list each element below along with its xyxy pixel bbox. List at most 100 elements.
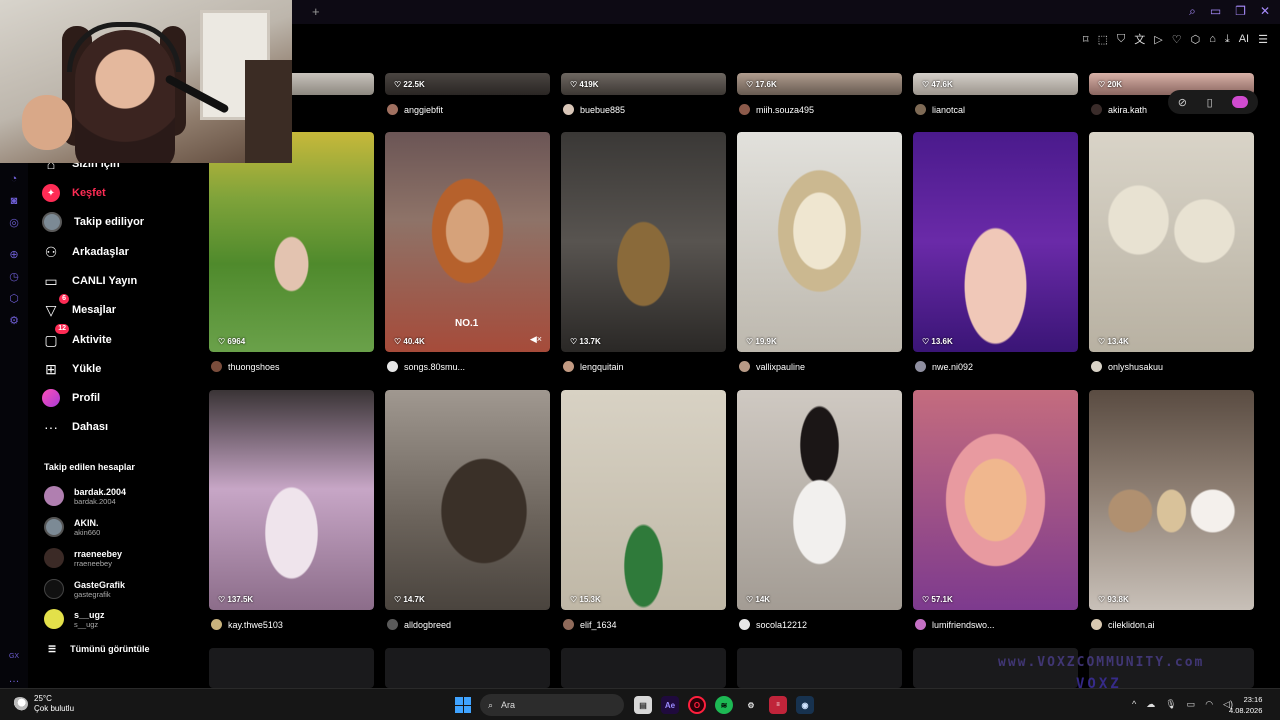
nav-explore[interactable]: ✦ Keşfet (42, 181, 106, 205)
video-card[interactable]: ♡ 137.5K (209, 390, 374, 610)
news-icon[interactable]: ≡ (769, 696, 787, 714)
files-icon[interactable]: ▤ (634, 696, 652, 714)
minimize-icon[interactable]: ▭ (1210, 4, 1221, 19)
video-card[interactable]: ♡ 13.6K (913, 132, 1078, 352)
whatsapp-icon[interactable]: ◔ (7, 172, 21, 186)
video-author[interactable]: songs.80smu... (387, 361, 465, 372)
taskbar-search[interactable]: ⌕ Ara (480, 694, 624, 716)
video-card[interactable]: ♡ 6964 (209, 132, 374, 352)
bag-icon[interactable]: ⌂ (1209, 33, 1216, 45)
snapshot-icon[interactable]: ⬚ (1098, 33, 1108, 46)
video-author[interactable]: lianotcal (915, 104, 965, 115)
weather-widget[interactable]: 25°C Çok bulutlu (12, 694, 74, 714)
history-icon[interactable]: ◷ (7, 270, 21, 284)
cloud-sync-icon[interactable]: ☁ (1146, 699, 1155, 710)
chevron-up-icon[interactable]: ^ (1132, 699, 1136, 710)
video-card[interactable]: ♡ 14K (737, 390, 902, 610)
nav-following[interactable]: Takip ediliyor (42, 210, 144, 234)
video-card[interactable]: ♡ 57.1K (913, 390, 1078, 610)
maximize-icon[interactable]: ❐ (1235, 4, 1246, 19)
gx-icon[interactable]: GX (7, 650, 21, 664)
nav-activity[interactable]: ▢ 12 Aktivite (42, 324, 112, 352)
video-card[interactable]: NO.1 ◀× ♡ 40.4K (385, 132, 550, 352)
extensions-icon[interactable]: ⬡ (1191, 33, 1201, 46)
followed-account[interactable]: GasteGrafik gastegrafik (44, 579, 125, 599)
show-all-button[interactable]: ☰ Tümünü görüntüle (48, 644, 150, 655)
video-author[interactable]: socola12212 (739, 619, 807, 630)
compass-small-icon[interactable]: ⊘ (1178, 96, 1187, 109)
video-card[interactable]: ♡ 47.6K (913, 73, 1078, 95)
nav-label: Yükle (72, 363, 102, 375)
video-author[interactable]: alldogbreed (387, 619, 451, 630)
video-author[interactable]: vallixpauline (739, 361, 805, 372)
add-icon[interactable]: ⊕ (7, 248, 21, 262)
video-author[interactable]: akira.kath (1091, 104, 1147, 115)
bookmark-icon[interactable]: ⌑ (1083, 33, 1089, 46)
menu-icon[interactable]: ☰ (1258, 33, 1268, 46)
compass-icon: ✦ (42, 184, 60, 202)
spotify-icon[interactable]: ≋ (715, 696, 733, 714)
video-card[interactable]: ♡ 419K (561, 73, 726, 95)
video-author[interactable]: elif_1634 (563, 619, 617, 630)
nav-live[interactable]: ▭ CANLI Yayın (42, 269, 137, 293)
video-author[interactable]: nwe.ni092 (915, 361, 973, 372)
video-card[interactable]: ♡ 15.3K (561, 390, 726, 610)
video-thumbnail (913, 390, 1078, 610)
steam-tools-icon[interactable]: ⚙ (742, 696, 760, 714)
nav-profile[interactable]: Profil (42, 386, 100, 410)
nav-friends[interactable]: ⚇ Arkadaşlar (42, 240, 129, 264)
mic-icon[interactable]: 🎙 (1165, 699, 1176, 710)
heart-icon[interactable]: ♡ (1172, 33, 1182, 46)
wifi-icon[interactable]: ◠ (1205, 699, 1213, 710)
video-author[interactable]: lumifriendswo... (915, 619, 995, 630)
nav-messages[interactable]: ▽ 6 Mesajlar (42, 294, 116, 322)
close-icon[interactable]: ✕ (1260, 4, 1270, 19)
followed-account[interactable]: bardak.2004 bardak.2004 (44, 486, 126, 506)
ae-icon[interactable]: Ae (661, 696, 679, 714)
discord-icon[interactable]: ◙ (7, 194, 21, 208)
followed-account[interactable]: AKIN. akin660 (44, 517, 100, 537)
phone-icon[interactable]: ▯ (1207, 96, 1213, 109)
settings-icon[interactable]: ⚙ (7, 314, 21, 328)
video-card[interactable]: ♡ 22.5K (385, 73, 550, 95)
followed-account[interactable]: rraeneebey rraeneebey (44, 548, 122, 568)
nav-upload[interactable]: ⊞ Yükle (42, 357, 101, 381)
video-author[interactable]: kay.thwe5103 (211, 619, 283, 630)
translate-icon[interactable]: 文 (1134, 31, 1145, 47)
video-author[interactable]: onlyshusakuu (1091, 361, 1163, 372)
toggle-icon[interactable] (1232, 96, 1249, 108)
video-author[interactable]: anggiebfit (387, 104, 443, 115)
extensions-side-icon[interactable]: ⬡ (7, 292, 21, 306)
opera-icon[interactable]: O (688, 696, 706, 714)
like-count: ♡ 20K (1098, 80, 1123, 89)
mute-icon[interactable]: ◀× (530, 334, 542, 345)
video-card[interactable]: ♡ 17.6K (737, 73, 902, 95)
video-author[interactable]: miih.souza495 (739, 104, 814, 115)
taskbar-clock[interactable]: 23:16 4.08.2026 (1229, 694, 1262, 716)
new-tab-button[interactable]: + (312, 4, 320, 19)
more-dots-icon[interactable]: … (7, 672, 21, 686)
display-icon[interactable]: ▭ (1187, 699, 1196, 710)
video-card[interactable]: ♡ 14.7K (385, 390, 550, 610)
video-card[interactable]: ♡ 19.9K (737, 132, 902, 352)
video-author[interactable]: cileklidon.ai (1091, 619, 1155, 630)
search-icon[interactable]: ⌕ (1189, 4, 1196, 19)
windows-start-icon[interactable] (455, 697, 471, 713)
video-author[interactable]: thuongshoes (211, 361, 280, 372)
video-author[interactable]: lengquitain (563, 361, 624, 372)
ai-icon[interactable]: AI (1239, 33, 1249, 45)
play-icon[interactable]: ▷ (1154, 33, 1162, 46)
nav-more[interactable]: ··· Dahası (42, 415, 108, 439)
followed-account[interactable]: s__ugz s__ugz (44, 609, 105, 629)
like-count: ♡ 17.6K (746, 80, 777, 89)
video-card[interactable]: ♡ 93.8K (1089, 390, 1254, 610)
instagram-icon[interactable]: ◎ (7, 216, 21, 230)
video-author[interactable]: buebue885 (563, 104, 625, 115)
webcam-background-shelf (245, 60, 292, 163)
shield-icon[interactable]: ⛉ (1117, 33, 1125, 46)
video-card[interactable]: ♡ 13.4K (1089, 132, 1254, 352)
show-all-label: Tümünü görüntüle (70, 644, 150, 654)
download-icon[interactable]: ⤓ (1225, 33, 1230, 46)
steam-icon[interactable]: ◉ (796, 696, 814, 714)
video-card[interactable]: ♡ 13.7K (561, 132, 726, 352)
